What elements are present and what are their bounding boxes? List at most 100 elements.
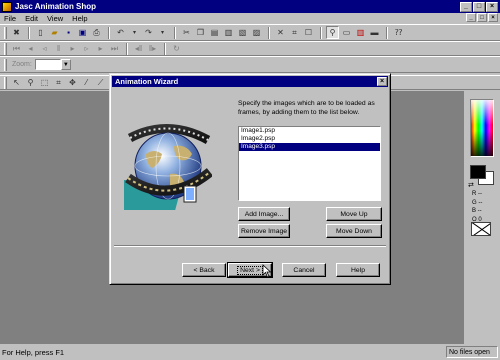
zoom-input[interactable] — [34, 59, 61, 70]
paste-icon[interactable]: ▤ — [208, 26, 221, 39]
print-icon[interactable]: ⎙ — [90, 26, 103, 39]
save-icon[interactable]: ▪ — [62, 26, 75, 39]
mdi-close-button[interactable]: × — [488, 13, 498, 22]
view-frames-icon[interactable]: ▭ — [340, 26, 353, 39]
menu-edit[interactable]: Edit — [25, 14, 38, 23]
color-bars-icon[interactable]: ▥ — [354, 26, 367, 39]
first-frame-icon[interactable]: ⏮ — [10, 42, 23, 55]
refresh-icon[interactable]: ↻ — [170, 42, 183, 55]
toolbar-separator — [174, 26, 176, 39]
next-frame-icon[interactable]: ▸ — [94, 42, 107, 55]
paste-new-icon[interactable]: ▥ — [222, 26, 235, 39]
red-readout: R -- — [472, 191, 482, 197]
dialog-separator — [114, 245, 386, 247]
stop-icon[interactable]: ‖▸ — [146, 42, 159, 55]
list-item[interactable]: Image1.psp — [239, 127, 380, 135]
save-as-icon[interactable]: ▣ — [76, 26, 89, 39]
pointer-icon[interactable]: ✖ — [10, 26, 23, 39]
select-tool-icon[interactable]: ⬚ — [38, 76, 51, 89]
menu-help[interactable]: Help — [72, 14, 87, 23]
paste-before-icon[interactable]: ▧ — [236, 26, 249, 39]
zoom-toolbar: Zoom: ▼ — [0, 56, 500, 73]
toolbar-separator — [126, 42, 128, 55]
loop-icon[interactable]: ◂‖ — [132, 42, 145, 55]
status-text: For Help, press F1 — [2, 347, 65, 357]
toolbar-grip[interactable] — [4, 42, 7, 55]
dialog-titlebar: Animation Wizard × — [112, 76, 388, 87]
color-panel: ⇄ R -- G -- B -- O 0 — [464, 91, 500, 344]
toolbar-separator — [386, 26, 388, 39]
toolbar-separator — [28, 26, 30, 39]
toolbar-grip[interactable] — [4, 76, 7, 89]
menu-view[interactable]: View — [47, 14, 63, 23]
status-bar: For Help, press F1 No files open — [0, 344, 500, 360]
copy-icon[interactable]: ❐ — [194, 26, 207, 39]
toolbar-separator — [320, 26, 322, 39]
back-button[interactable]: < Back — [182, 263, 226, 277]
undo-drop-icon[interactable]: ▾ — [128, 26, 141, 39]
zoom-tool-icon[interactable]: ⚲ — [24, 76, 37, 89]
remove-image-button[interactable]: Remove Image — [238, 224, 290, 238]
menu-file[interactable]: File — [4, 14, 16, 23]
help-pointer-icon[interactable]: ⁇ — [392, 26, 405, 39]
main-toolbar: ✖ ▯ ▰ ▪ ▣ ⎙ ↶ ▾ ↷ ▾ ✂ ❐ ▤ ▥ ▧ ▨ ✕ ⌗ ☐ ⚲ … — [0, 24, 500, 41]
close-button[interactable]: × — [486, 1, 498, 12]
green-readout: G -- — [472, 199, 483, 206]
crop-icon[interactable]: ⌗ — [288, 26, 301, 39]
transparent-color-swatch[interactable] — [471, 222, 491, 236]
mdi-restore-button[interactable]: □ — [477, 13, 487, 22]
arrow-tool-icon[interactable]: ↖ — [10, 76, 23, 89]
maximize-button[interactable]: □ — [473, 1, 485, 12]
next-button-label: Next > — [237, 265, 263, 275]
color-readout: R -- G -- B -- O 0 — [472, 190, 482, 224]
blue-readout: B -- — [472, 208, 482, 214]
add-image-button[interactable]: Add Image... — [238, 207, 290, 221]
paintbrush-icon[interactable]: ⟋ — [94, 76, 107, 89]
app-titlebar: Jasc Animation Shop _ □ × — [0, 0, 500, 13]
pause-icon[interactable]: ‖ — [52, 42, 65, 55]
cancel-button[interactable]: Cancel — [282, 263, 326, 277]
zoom-icon[interactable]: ⚲ — [326, 26, 339, 39]
list-item-selected[interactable]: Image3.psp — [239, 143, 380, 151]
foreground-color-swatch[interactable] — [470, 165, 486, 179]
frame-props-icon[interactable]: ☐ — [302, 26, 315, 39]
color-palette[interactable] — [470, 99, 494, 157]
move-tool-icon[interactable]: ✥ — [66, 76, 79, 89]
new-icon[interactable]: ▯ — [34, 26, 47, 39]
animation-wizard-dialog: Animation Wizard × Specify the images wh… — [109, 73, 391, 285]
screen-icon[interactable]: ▬ — [368, 26, 381, 39]
forward-icon[interactable]: ▹ — [80, 42, 93, 55]
toolbar-separator — [108, 26, 110, 39]
paste-after-icon[interactable]: ▨ — [250, 26, 263, 39]
app-icon[interactable] — [2, 1, 12, 12]
rewind-icon[interactable]: ◃ — [38, 42, 51, 55]
open-icon[interactable]: ▰ — [48, 26, 61, 39]
toolbar-grip[interactable] — [4, 58, 7, 71]
mouse-pointer-icon — [262, 264, 272, 278]
prev-frame-icon[interactable]: ◂ — [24, 42, 37, 55]
minimize-button[interactable]: _ — [460, 1, 472, 12]
mdi-minimize-button[interactable]: _ — [466, 13, 476, 22]
redo-icon[interactable]: ↷ — [142, 26, 155, 39]
eyedropper-icon[interactable]: ⁄ — [80, 76, 93, 89]
last-frame-icon[interactable]: ⏭ — [108, 42, 121, 55]
delete-icon[interactable]: ✕ — [274, 26, 287, 39]
cut-icon[interactable]: ✂ — [180, 26, 193, 39]
toolbar-grip[interactable] — [4, 26, 7, 39]
move-down-button[interactable]: Move Down — [326, 224, 382, 238]
frame-list[interactable]: Image1.psp Image2.psp Image3.psp — [238, 126, 381, 201]
dialog-title: Animation Wizard — [115, 77, 179, 86]
playback-toolbar: ⏮ ◂ ◃ ‖ ▸ ▹ ▸ ⏭ ◂‖ ‖▸ ↻ — [0, 41, 500, 56]
toolbar-separator — [268, 26, 270, 39]
crop-tool-icon[interactable]: ⌗ — [52, 76, 65, 89]
move-up-button[interactable]: Move Up — [326, 207, 382, 221]
undo-icon[interactable]: ↶ — [114, 26, 127, 39]
wizard-globe-illustration — [124, 124, 212, 210]
list-item[interactable]: Image2.psp — [239, 135, 380, 143]
play-icon[interactable]: ▸ — [66, 42, 79, 55]
swap-colors-icon[interactable]: ⇄ — [468, 181, 474, 189]
chevron-down-icon[interactable]: ▼ — [60, 59, 71, 70]
dialog-close-button[interactable]: × — [377, 77, 387, 86]
help-button[interactable]: Help — [336, 263, 380, 277]
redo-drop-icon[interactable]: ▾ — [156, 26, 169, 39]
